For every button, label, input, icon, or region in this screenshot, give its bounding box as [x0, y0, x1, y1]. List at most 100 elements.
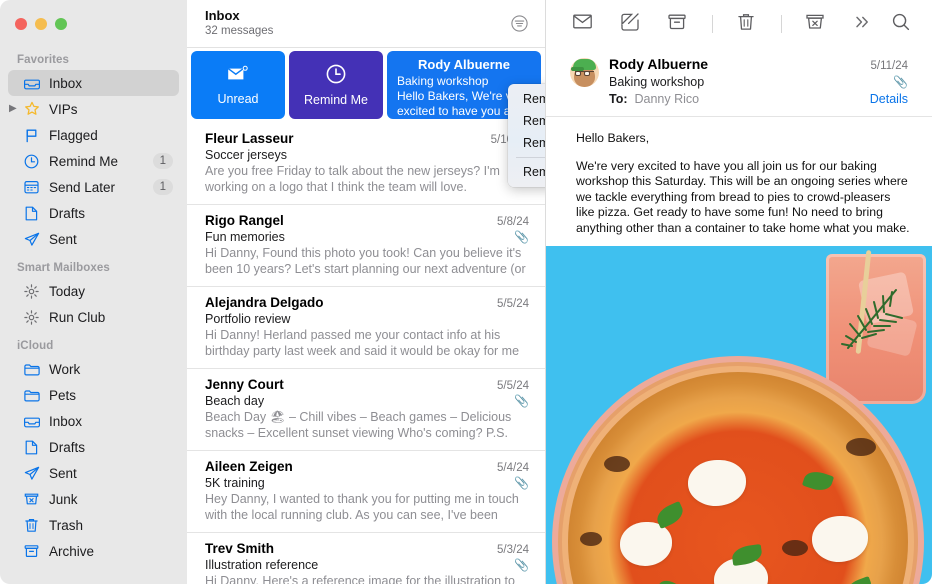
sidebar-item-label: Drafts: [49, 439, 86, 455]
sidebar-item-drafts[interactable]: Drafts: [8, 200, 179, 226]
sidebar-item-icloud-drafts[interactable]: Drafts: [8, 434, 179, 460]
calendar-icon: [22, 179, 41, 196]
reader-toolbar: [546, 0, 932, 48]
remind-me-context-menu[interactable]: Remind Me in 1 Hour Remind Me Tonight Re…: [508, 84, 545, 187]
sidebar-item-flagged[interactable]: Flagged: [8, 122, 179, 148]
sidebar-item-label: Remind Me: [49, 153, 119, 169]
swipe-action-remind-me[interactable]: Remind Me: [289, 51, 383, 119]
message-subject-line: Baking workshop 📎: [609, 72, 908, 89]
compose-button[interactable]: [617, 10, 642, 38]
message-subject: Fun memories: [205, 230, 285, 244]
sidebar-item-label: Sent: [49, 465, 77, 481]
minimize-button[interactable]: [35, 18, 47, 30]
menu-item-remind-later[interactable]: Remind Me Later…: [508, 161, 545, 183]
sidebar-section-smart-mailboxes: Smart Mailboxes: [17, 262, 110, 274]
sidebar-item-label: Today: [49, 283, 86, 299]
archive-icon: [668, 14, 686, 35]
message-sender: Trev Smith: [205, 541, 275, 556]
to-value: Danny Rico: [634, 92, 700, 106]
menu-item-remind-1-hour[interactable]: Remind Me in 1 Hour: [508, 88, 545, 110]
message-row-swiped[interactable]: Unread Remind Me Rody Albuerne Baking wo…: [187, 48, 545, 123]
message-count: 32 messages: [205, 25, 274, 37]
folder-icon: [22, 361, 41, 378]
sidebar-item-label: Run Club: [49, 309, 106, 325]
message-row-header: Aileen Zeigen 5/4/24: [205, 459, 529, 474]
message-list-title-group: Inbox 32 messages: [205, 8, 509, 39]
body-paragraph: We're very excited to have you all join …: [576, 158, 910, 235]
paperclip-icon: 📎: [514, 394, 529, 408]
attachment-image[interactable]: [546, 246, 932, 584]
table-row[interactable]: Aileen Zeigen 5/4/24 5K training 📎 Hey D…: [187, 451, 545, 533]
sidebar-item-vips[interactable]: ▶ VIPs: [8, 96, 179, 122]
compose-icon: [621, 12, 639, 36]
filter-icon[interactable]: [509, 14, 529, 34]
paper-plane-icon: [22, 231, 41, 248]
close-button[interactable]: [15, 18, 27, 30]
char-spot: [846, 438, 876, 456]
sidebar-item-trash[interactable]: Trash: [8, 512, 179, 538]
message-subject-line: Illustration reference 📎: [205, 558, 529, 572]
sidebar-section-favorites: Favorites: [17, 54, 70, 66]
message-date: 5/11/24: [870, 60, 908, 72]
sidebar-item-today[interactable]: Today: [8, 278, 179, 304]
message-date: 5/4/24: [497, 462, 529, 474]
window-controls: [0, 0, 187, 48]
message-recipient: To: Danny Rico: [609, 92, 870, 106]
body-paragraph: Hello Bakers,: [576, 131, 650, 145]
sidebar-item-sent[interactable]: Sent: [8, 226, 179, 252]
sidebar-item-label: Work: [49, 361, 81, 377]
table-row[interactable]: Fleur Lasseur 5/10/24 Soccer jerseys Are…: [187, 123, 545, 205]
sidebar-item-label: Send Later: [49, 179, 116, 195]
menu-item-remind-tomorrow[interactable]: Remind Me Tomorrow: [508, 132, 545, 154]
message-date: 5/8/24: [497, 216, 529, 228]
sidebar-item-label: Pets: [49, 387, 77, 403]
char-spot: [782, 540, 808, 556]
table-row[interactable]: Jenny Court 5/5/24 Beach day 📎 Beach Day…: [187, 369, 545, 451]
chevron-right-icon[interactable]: ▶: [9, 104, 17, 114]
sidebar-item-icloud-sent[interactable]: Sent: [8, 460, 179, 486]
sidebar-item-pets[interactable]: Pets: [8, 382, 179, 408]
sidebar-item-label: Inbox: [49, 75, 83, 91]
archive-icon: [22, 543, 41, 560]
sidebar-item-remind-me[interactable]: Remind Me 1: [8, 148, 179, 174]
table-row[interactable]: Alejandra Delgado 5/5/24 Portfolio revie…: [187, 287, 545, 369]
table-row[interactable]: Trev Smith 5/3/24 Illustration reference…: [187, 533, 545, 584]
sidebar-item-icloud-inbox[interactable]: Inbox: [8, 408, 179, 434]
swipe-action-label: Remind Me: [304, 92, 368, 107]
sidebar-item-work[interactable]: Work: [8, 356, 179, 382]
sidebar-item-archive[interactable]: Archive: [8, 538, 179, 564]
message-row-header: Rigo Rangel 5/8/24: [205, 213, 529, 228]
sidebar-item-run-club[interactable]: Run Club: [8, 304, 179, 330]
avatar-eye-right: [584, 71, 590, 76]
menu-item-remind-tonight[interactable]: Remind Me Tonight: [508, 110, 545, 132]
delete-button[interactable]: [733, 10, 758, 38]
clock-icon: [22, 153, 41, 170]
search-button[interactable]: [889, 10, 914, 38]
sidebar-item-send-later[interactable]: Send Later 1: [8, 174, 179, 200]
message-subject: Baking workshop: [609, 75, 705, 89]
details-link[interactable]: Details: [870, 92, 908, 106]
message-list-header: Inbox 32 messages: [187, 0, 545, 48]
message-subject-line: Fun memories 📎: [205, 230, 529, 244]
mark-as-unread-button[interactable]: [570, 10, 595, 38]
table-row[interactable]: Rigo Rangel 5/8/24 Fun memories 📎 Hi Dan…: [187, 205, 545, 287]
paperclip-icon: 📎: [893, 75, 908, 89]
sidebar-item-inbox[interactable]: Inbox: [8, 70, 179, 96]
archive-button[interactable]: [664, 10, 689, 38]
sidebar: Favorites Inbox ▶ VIPs Flagged Remind Me…: [0, 0, 187, 584]
sidebar-item-junk[interactable]: Junk: [8, 486, 179, 512]
message-subject: Soccer jerseys: [205, 148, 287, 162]
message-subject-line: Portfolio review: [205, 312, 529, 326]
gear-icon: [22, 283, 41, 300]
message-row-header: Alejandra Delgado 5/5/24: [205, 295, 529, 310]
more-button[interactable]: [850, 10, 875, 38]
zoom-button[interactable]: [55, 18, 67, 30]
envelope-icon: [573, 14, 592, 34]
to-label: To:: [609, 92, 628, 106]
sidebar-item-label: Archive: [49, 543, 95, 559]
swipe-action-unread[interactable]: Unread: [191, 51, 285, 119]
junk-button[interactable]: [803, 10, 828, 38]
star-icon: [22, 101, 41, 118]
message-preview: Hi Danny, Here's a reference image for t…: [205, 574, 515, 584]
sidebar-item-label: VIPs: [49, 101, 78, 117]
